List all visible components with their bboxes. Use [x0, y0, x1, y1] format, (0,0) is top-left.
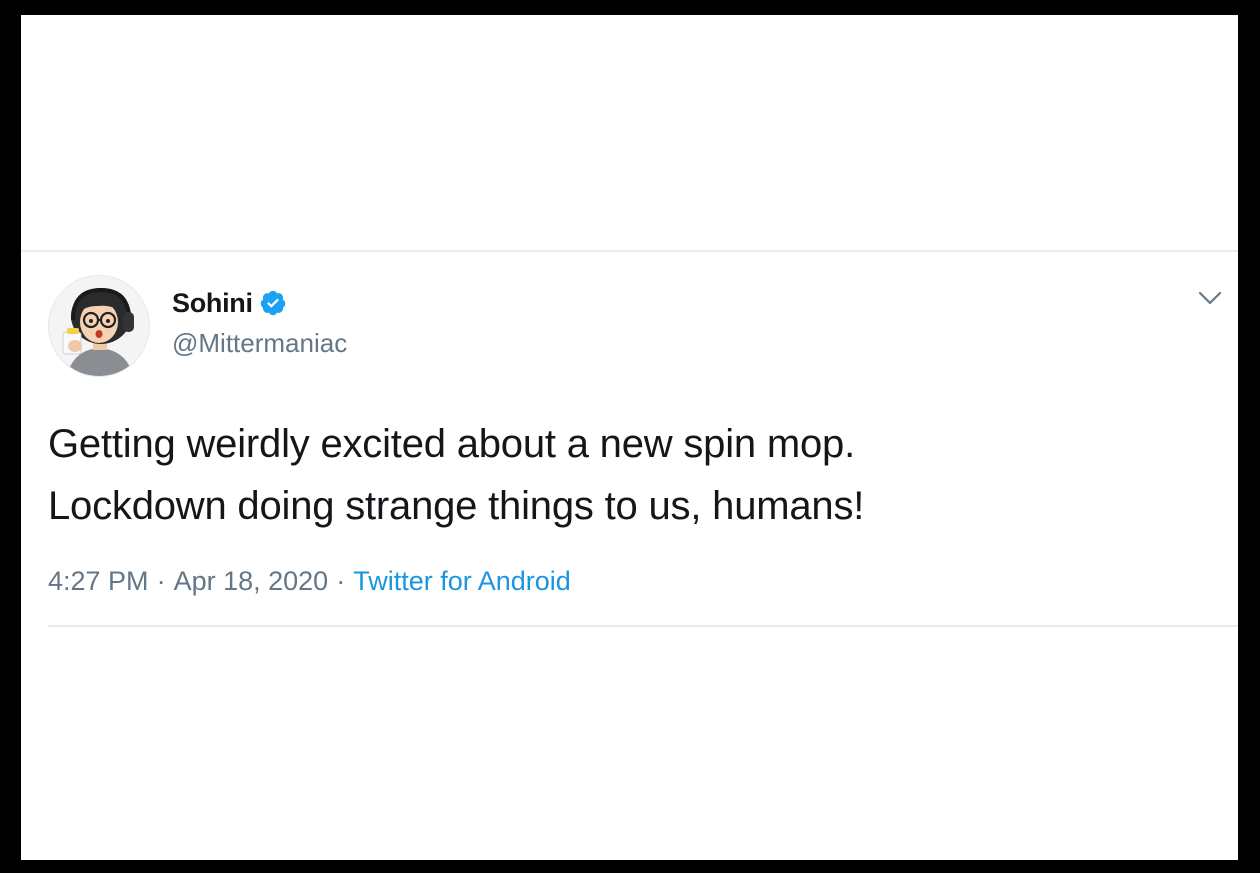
tweet-card: Sohini @Mittermaniac Getting weirdly exc… — [21, 15, 1238, 860]
author-display-name[interactable]: Sohini — [172, 288, 253, 319]
tweet-text-line: Getting weirdly excited about a new spin… — [48, 422, 855, 466]
separator: · — [156, 566, 166, 596]
bottom-divider — [48, 625, 1238, 627]
tweet-metadata: 4:27 PM · Apr 18, 2020 · Twitter for Android — [48, 566, 571, 597]
verified-badge-icon — [259, 289, 287, 317]
tweet-text-line: Lockdown doing strange things to us, hum… — [48, 484, 865, 528]
separator: · — [336, 566, 346, 596]
tweet-source-link[interactable]: Twitter for Android — [353, 566, 571, 596]
tweet-time[interactable]: 4:27 PM — [48, 566, 149, 596]
author-handle[interactable]: @Mittermaniac — [172, 328, 347, 359]
tweet-text: Getting weirdly excited about a new spin… — [48, 413, 1198, 537]
top-divider — [21, 250, 1238, 252]
cartoon-avatar-icon — [49, 276, 149, 376]
chevron-down-icon[interactable] — [1198, 289, 1222, 307]
avatar[interactable] — [48, 275, 150, 377]
tweet-date[interactable]: Apr 18, 2020 — [174, 566, 329, 596]
author-name-row[interactable]: Sohini — [172, 285, 287, 321]
